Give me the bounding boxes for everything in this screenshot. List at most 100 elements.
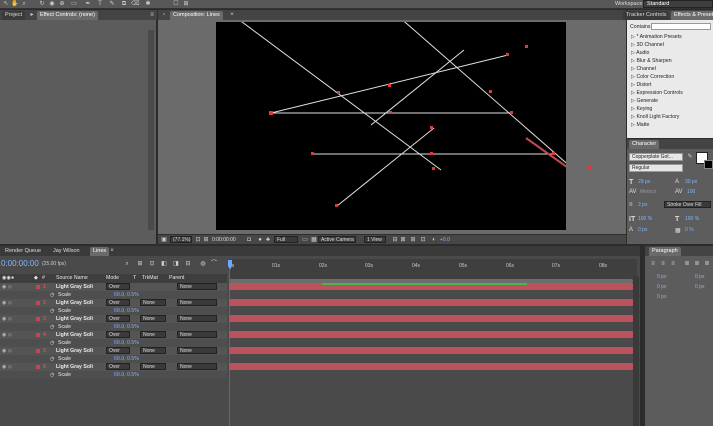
layer-name[interactable]: Light Gray Soli — [56, 331, 93, 339]
tab-tracker-controls[interactable]: Tracker Controls — [623, 11, 670, 20]
layer-duration-bar[interactable] — [229, 315, 633, 322]
stroke-width-value[interactable]: 2 px — [638, 202, 647, 208]
effect-category[interactable]: ▷ Audio — [631, 49, 649, 57]
effects-search-input[interactable] — [651, 23, 711, 30]
pan-behind-tool-icon[interactable]: ⊕ — [58, 1, 66, 8]
magnification-dropdown[interactable]: (77.1%) — [170, 236, 192, 243]
layer-label-color[interactable] — [36, 301, 40, 305]
justify-right-icon[interactable]: ≣ — [703, 261, 711, 268]
layer-name[interactable]: Light Gray Soli — [56, 283, 93, 291]
panel-options-icon[interactable]: ≡ — [148, 12, 156, 19]
kerning-value[interactable]: Metrics — [640, 189, 656, 195]
layer-row[interactable]: ◉ ◇ 3 Light Gray Soli Over None None — [0, 315, 227, 323]
effect-category[interactable]: ▷ Channel — [631, 65, 656, 73]
tab-effects-presets[interactable]: Effects & Presets — [671, 11, 713, 20]
stopwatch-icon[interactable]: ◷ — [50, 371, 55, 379]
tsume-value[interactable]: 0 % — [685, 227, 694, 233]
layer-mode[interactable]: Over — [106, 299, 130, 306]
layer-mode[interactable]: Over — [106, 363, 130, 370]
exposure-icon[interactable]: ◐ — [430, 237, 438, 244]
tab-project[interactable]: Project — [2, 11, 26, 20]
stroke-color-swatch[interactable] — [704, 160, 713, 169]
layer-duration-bar[interactable] — [229, 299, 633, 306]
camera-tool-icon[interactable]: ◉ — [48, 1, 56, 8]
eyedropper-icon[interactable]: ✎ — [686, 154, 694, 161]
search-icon[interactable]: ⌕ — [123, 261, 131, 268]
effect-category[interactable]: ▷ * Animation Presets — [631, 33, 682, 41]
layer-mode[interactable]: Over — [106, 331, 130, 338]
stopwatch-icon[interactable]: ◷ — [50, 323, 55, 331]
layer-parent[interactable]: None — [177, 315, 217, 322]
always-preview-icon[interactable]: ▣ — [160, 237, 168, 244]
justify-center-icon[interactable]: ≣ — [693, 261, 701, 268]
left-panel-scrollbar[interactable] — [148, 30, 154, 230]
effect-category[interactable]: ▷ Generate — [631, 97, 658, 105]
snap-checkbox-icon[interactable]: ☐ — [172, 1, 180, 8]
tab-composition[interactable]: Composition: Lines — [170, 11, 223, 20]
timeline-icon[interactable]: ⊞ — [409, 237, 417, 244]
layer-label-color[interactable] — [36, 349, 40, 353]
fast-previews-icon[interactable]: ⊠ — [399, 237, 407, 244]
layer-duration-bar[interactable] — [229, 331, 633, 338]
exposure-value[interactable]: +0.0 — [440, 237, 450, 243]
brush-tool-icon[interactable]: ✎ — [108, 1, 116, 8]
stopwatch-icon[interactable]: ◷ — [50, 355, 55, 363]
space-before-value[interactable]: 0 px — [657, 284, 666, 290]
timeline-scrollbar[interactable] — [633, 276, 639, 426]
frame-blending-icon[interactable]: ⊟ — [184, 261, 192, 268]
align-left-icon[interactable]: ≡ — [649, 261, 657, 268]
safe-zones-icon[interactable]: ⊡ — [194, 237, 202, 244]
layer-row[interactable]: ◉ ◇ 2 Light Gray Soli Over None None — [0, 299, 227, 307]
stopwatch-icon[interactable]: ◷ — [50, 339, 55, 347]
live-update-icon[interactable]: ⊡ — [148, 261, 156, 268]
zoom-tool-icon[interactable]: ⌕ — [20, 1, 28, 8]
tracking-value[interactable]: 100 — [687, 189, 695, 195]
align-right-icon[interactable]: ≡ — [669, 261, 677, 268]
layer-trkmat[interactable]: None — [140, 315, 166, 322]
color-icon[interactable]: ♣ — [264, 237, 272, 244]
layer-parent[interactable]: None — [177, 331, 217, 338]
font-family-dropdown[interactable]: Copperplate Got... — [629, 153, 683, 161]
rotate-tool-icon[interactable]: ↻ — [38, 1, 46, 8]
eraser-tool-icon[interactable]: ⌫ — [131, 1, 139, 8]
first-line-indent-value[interactable]: 0 px — [657, 294, 666, 300]
layer-parent[interactable]: None — [177, 363, 217, 370]
comp-mini-flowchart-icon[interactable]: ⊞ — [136, 261, 144, 268]
tab-effect-controls[interactable]: Effect Controls: (none) — [37, 11, 98, 20]
resolution-dropdown[interactable]: Full — [274, 236, 298, 243]
pen-tool-icon[interactable]: ✒ — [84, 1, 92, 8]
stopwatch-icon[interactable]: ◷ — [50, 307, 55, 315]
timeline-timecode[interactable]: 0:00:00:00 — [1, 259, 39, 268]
layer-duration-bar[interactable] — [229, 347, 633, 354]
property-value[interactable]: 69.0, 0.5% — [114, 355, 139, 363]
flowchart-icon[interactable]: ⊡ — [419, 237, 427, 244]
layer-trkmat[interactable]: None — [140, 363, 166, 370]
close-icon[interactable]: × — [108, 248, 116, 255]
indent-left-value[interactable]: 0 px — [657, 274, 666, 280]
layer-parent[interactable]: None — [177, 283, 217, 290]
workspace-dropdown[interactable]: Standard — [643, 0, 713, 8]
layer-parent[interactable]: None — [177, 299, 217, 306]
transparency-grid-icon[interactable]: ▦ — [310, 237, 318, 244]
hand-tool-icon[interactable]: ✋ — [11, 1, 19, 8]
view-layout-dropdown[interactable]: 1 View — [364, 236, 386, 243]
selection-tool-icon[interactable]: ↖ — [2, 1, 10, 8]
effect-category[interactable]: ▷ Blur & Sharpen — [631, 57, 672, 65]
property-value[interactable]: 69.0, 0.5% — [114, 339, 139, 347]
font-style-dropdown[interactable]: Regular — [629, 164, 683, 172]
property-value[interactable]: 69.0, 0.5% — [114, 323, 139, 331]
timecode-display[interactable]: 0:00:00:00 — [212, 237, 236, 243]
horizontal-scale-value[interactable]: 100 % — [685, 216, 699, 222]
effect-category[interactable]: ▷ Knoll Light Factory — [631, 113, 679, 121]
shy-icon[interactable]: ◨ — [172, 261, 180, 268]
puppet-tool-icon[interactable]: ✱ — [144, 1, 152, 8]
layer-label-color[interactable] — [36, 285, 40, 289]
snapshot-icon[interactable]: ◘ — [245, 237, 253, 244]
close-icon[interactable]: × — [228, 12, 236, 19]
show-channel-icon[interactable]: ● — [256, 237, 264, 244]
leading-value[interactable]: 30 px — [685, 179, 697, 185]
toggle-pixel-aspect-icon[interactable]: ⊟ — [391, 237, 399, 244]
layer-trkmat[interactable]: None — [140, 331, 166, 338]
indent-right-value[interactable]: 0 px — [695, 274, 704, 280]
stroke-mode-dropdown[interactable]: Stroke Over Fill — [664, 201, 711, 208]
